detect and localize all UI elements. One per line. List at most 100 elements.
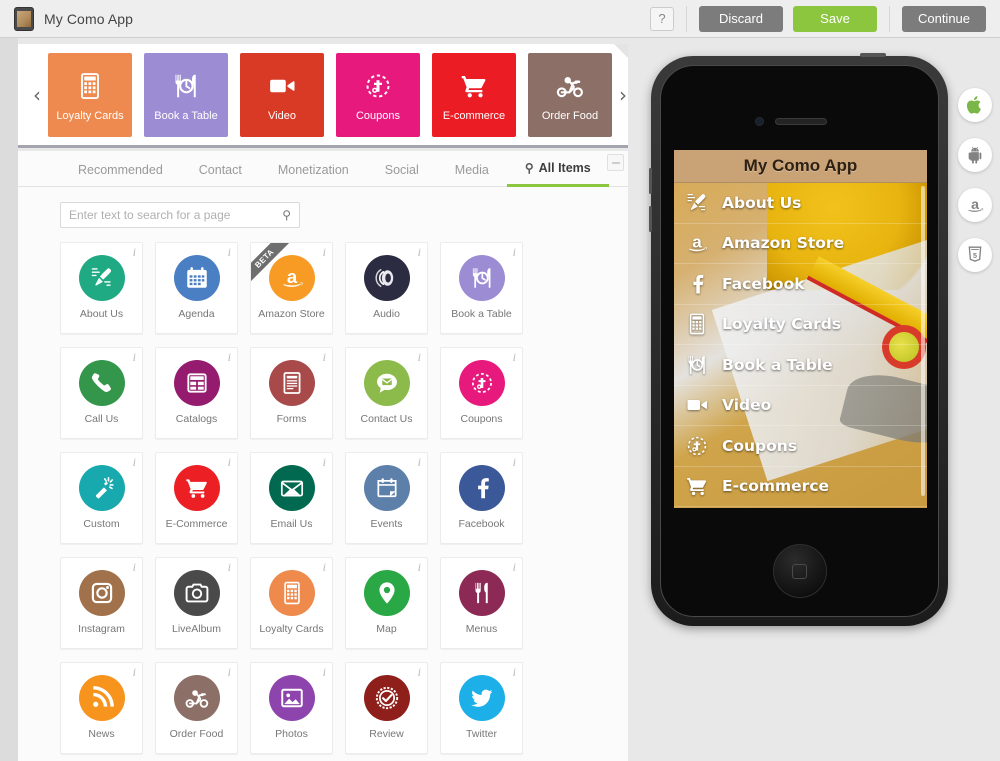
preview-item-amazon-store[interactable]: a Amazon Store	[674, 224, 927, 264]
tile-info-icon[interactable]: i	[418, 560, 421, 575]
page-tile-order-food[interactable]: i Order Food	[155, 662, 238, 754]
help-button[interactable]: ?	[650, 6, 674, 31]
continue-button[interactable]: Continue	[902, 5, 986, 32]
tile-info-icon[interactable]: i	[133, 455, 136, 470]
facebook-icon	[458, 465, 505, 511]
carousel-tile-book-a-table[interactable]: Book a Table	[144, 52, 228, 137]
tile-info-icon[interactable]: i	[228, 455, 231, 470]
platform-amazon-icon[interactable]: a	[958, 188, 992, 222]
platform-switcher: a5	[958, 88, 992, 272]
page-tile-custom[interactable]: i Custom	[60, 452, 143, 544]
about-us-icon	[78, 255, 125, 301]
carousel-tile-video[interactable]: Video	[240, 52, 324, 137]
page-tile-email-us[interactable]: i Email Us	[250, 452, 333, 544]
tile-info-icon[interactable]: i	[513, 455, 516, 470]
page-tile-instagram[interactable]: i Instagram	[60, 557, 143, 649]
page-tile-livealbum[interactable]: i LiveAlbum	[155, 557, 238, 649]
page-tile-review[interactable]: i Review	[345, 662, 428, 754]
preview-item-facebook[interactable]: Facebook	[674, 264, 927, 305]
tile-info-icon[interactable]: i	[323, 560, 326, 575]
page-tile-agenda[interactable]: i Agenda	[155, 242, 238, 334]
page-tile-catalogs[interactable]: i Catalogs	[155, 347, 238, 439]
page-tile-events[interactable]: i Events	[345, 452, 428, 544]
page-tile-about-us[interactable]: i About Us	[60, 242, 143, 334]
page-tile-book-a-table[interactable]: i Book a Table	[440, 242, 523, 334]
preview-item-book-a-table[interactable]: Book a Table	[674, 345, 927, 386]
carousel-tile-loyalty-cards[interactable]: Loyalty Cards	[48, 52, 132, 137]
preview-item-order-food[interactable]: Order Food	[674, 507, 927, 508]
tile-info-icon[interactable]: i	[323, 350, 326, 365]
tab-all-items[interactable]: ⚲ All Items	[506, 161, 609, 187]
tile-info-icon[interactable]: i	[133, 350, 136, 365]
camera-icon	[173, 570, 220, 616]
tile-label: News	[88, 728, 115, 740]
platform-android-icon[interactable]	[958, 138, 992, 172]
tab-contact[interactable]: Contact	[181, 163, 260, 186]
page-tile-facebook[interactable]: i Facebook	[440, 452, 523, 544]
tile-info-icon[interactable]: i	[133, 245, 136, 260]
carousel-prev-icon[interactable]: ‹	[26, 83, 48, 107]
page-tile-menus[interactable]: i Menus	[440, 557, 523, 649]
page-tile-amazon-store[interactable]: BETA i a Amazon Store	[250, 242, 333, 334]
carousel-tile-order-food[interactable]: Order Food	[528, 52, 612, 137]
svg-text:a: a	[286, 266, 297, 287]
tile-info-icon[interactable]: i	[228, 245, 231, 260]
tile-info-icon[interactable]: i	[513, 665, 516, 680]
preview-item-about-us[interactable]: About Us	[674, 183, 927, 224]
tile-info-icon[interactable]: i	[323, 455, 326, 470]
page-tile-contact-us[interactable]: i Contact Us	[345, 347, 428, 439]
tile-info-icon[interactable]: i	[133, 560, 136, 575]
toolbar-divider-2	[889, 5, 890, 32]
carousel-next-icon[interactable]: ›	[612, 83, 634, 107]
page-tile-loyalty-cards[interactable]: i Loyalty Cards	[250, 557, 333, 649]
tab-monetization[interactable]: Monetization	[260, 163, 367, 186]
tile-info-icon[interactable]: i	[418, 350, 421, 365]
carousel-tile-coupons[interactable]: Coupons	[336, 52, 420, 137]
preview-item-coupons[interactable]: Coupons	[674, 426, 927, 467]
tile-info-icon[interactable]: i	[418, 455, 421, 470]
toolbar-right-group: ? Discard Save Continue	[650, 5, 1000, 32]
search-input[interactable]	[69, 208, 283, 222]
page-tile-forms[interactable]: i Forms	[250, 347, 333, 439]
page-tile-twitter[interactable]: i Twitter	[440, 662, 523, 754]
page-tile-e-commerce[interactable]: i E-Commerce	[155, 452, 238, 544]
search-icon[interactable]: ⚲	[282, 208, 291, 222]
tile-info-icon[interactable]: i	[228, 350, 231, 365]
tile-label: LiveAlbum	[171, 623, 222, 635]
tile-label: Loyalty Cards	[259, 623, 324, 635]
tile-info-icon[interactable]: i	[228, 560, 231, 575]
page-tile-coupons[interactable]: i Coupons	[440, 347, 523, 439]
preview-scrollbar[interactable]	[921, 186, 925, 496]
page-tile-call-us[interactable]: i Call Us	[60, 347, 143, 439]
carousel-tile-e-commerce[interactable]: E-commerce	[432, 52, 516, 137]
tab-recommended[interactable]: Recommended	[60, 163, 181, 186]
tile-info-icon[interactable]: i	[323, 665, 326, 680]
platform-html5-icon[interactable]: 5	[958, 238, 992, 272]
tile-info-icon[interactable]: i	[513, 350, 516, 365]
preview-item-e-commerce[interactable]: E-commerce	[674, 467, 927, 507]
page-tile-audio[interactable]: i Audio	[345, 242, 428, 334]
phone-body: My Como App About Us a Amazon Store Faceboo…	[660, 65, 939, 617]
tile-info-icon[interactable]: i	[418, 245, 421, 260]
collapse-panel-button[interactable]	[607, 154, 624, 171]
tab-social[interactable]: Social	[367, 163, 437, 186]
search-box[interactable]: ⚲	[60, 202, 300, 228]
save-button[interactable]: Save	[793, 5, 877, 32]
tile-info-icon[interactable]: i	[418, 665, 421, 680]
page-tile-photos[interactable]: i Photos	[250, 662, 333, 754]
page-tile-map[interactable]: i Map	[345, 557, 428, 649]
phone-home-button[interactable]	[772, 544, 827, 598]
tab-media[interactable]: Media	[437, 163, 507, 186]
platform-apple-icon[interactable]	[958, 88, 992, 122]
tile-info-icon[interactable]: i	[228, 665, 231, 680]
tile-info-icon[interactable]: i	[513, 560, 516, 575]
audio-icon	[363, 255, 410, 301]
discard-button[interactable]: Discard	[699, 5, 783, 32]
preview-item-video[interactable]: Video	[674, 386, 927, 426]
tile-info-icon[interactable]: i	[133, 665, 136, 680]
contact-us-icon	[363, 360, 410, 406]
tile-info-icon[interactable]: i	[513, 245, 516, 260]
page-tile-news[interactable]: i News	[60, 662, 143, 754]
preview-item-loyalty-cards[interactable]: Loyalty Cards	[674, 305, 927, 345]
tile-info-icon[interactable]: i	[323, 245, 326, 260]
